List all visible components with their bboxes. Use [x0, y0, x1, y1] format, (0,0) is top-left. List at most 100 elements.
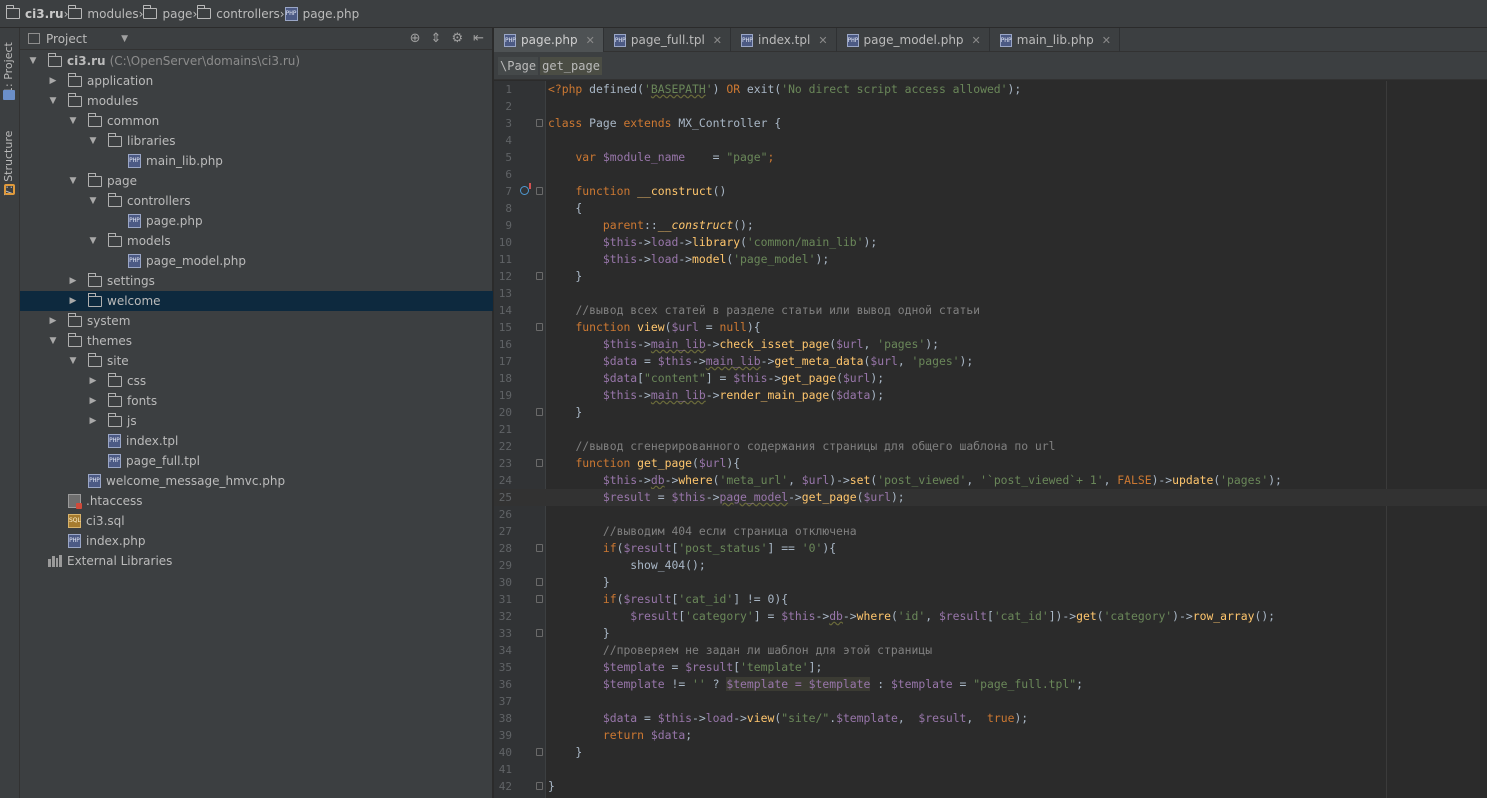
- code-line[interactable]: 8 {: [494, 200, 1487, 217]
- fold-marker-icon[interactable]: [536, 748, 543, 756]
- close-icon[interactable]: ✕: [818, 34, 827, 47]
- code-line[interactable]: 34 //проверяем не задан ли шаблон для эт…: [494, 642, 1487, 659]
- tab-page-full-tpl[interactable]: PHP page_full.tpl ✕: [604, 28, 732, 52]
- tree-item-external-libraries[interactable]: External Libraries: [20, 551, 493, 571]
- close-icon[interactable]: ✕: [972, 34, 981, 47]
- fold-marker-icon[interactable]: [536, 119, 543, 127]
- tree-item-index-tpl[interactable]: PHP index.tpl: [20, 431, 493, 451]
- project-view-selector[interactable]: Project: [46, 32, 87, 46]
- tab-page-model-php[interactable]: PHP page_model.php ✕: [837, 28, 990, 52]
- collapse-all-icon[interactable]: ⇕: [431, 31, 442, 46]
- breadcrumb-item[interactable]: modules: [67, 0, 139, 28]
- expanded-arrow-icon[interactable]: ▼: [68, 356, 78, 366]
- close-icon[interactable]: ✕: [586, 34, 595, 47]
- fold-marker-icon[interactable]: [536, 578, 543, 586]
- breadcrumb-item[interactable]: page: [142, 0, 192, 28]
- code-line[interactable]: 14 //вывод всех статей в разделе статьи …: [494, 302, 1487, 319]
- code-line[interactable]: 11 $this->load->model('page_model');: [494, 251, 1487, 268]
- tree-item-page-php[interactable]: PHP page.php: [20, 211, 493, 231]
- tab-index-tpl[interactable]: PHP index.tpl ✕: [731, 28, 837, 52]
- tree-item-settings[interactable]: ▶ settings: [20, 271, 493, 291]
- code-line[interactable]: 9 parent::__construct();: [494, 217, 1487, 234]
- code-line[interactable]: 31 if($result['cat_id'] != 0){: [494, 591, 1487, 608]
- close-icon[interactable]: ✕: [713, 34, 722, 47]
- expanded-arrow-icon[interactable]: ▼: [28, 56, 38, 66]
- tree-item-ci3-sql[interactable]: SQL ci3.sql: [20, 511, 493, 531]
- breadcrumb-item[interactable]: PHP page.php: [284, 0, 359, 28]
- code-line[interactable]: 24 $this->db->where('meta_url', $url)->s…: [494, 472, 1487, 489]
- expanded-arrow-icon[interactable]: ▼: [48, 96, 58, 106]
- tree-item-models[interactable]: ▼ models: [20, 231, 493, 251]
- tree-item-index-php[interactable]: PHP index.php: [20, 531, 493, 551]
- tree-item-controllers[interactable]: ▼ controllers: [20, 191, 493, 211]
- fold-marker-icon[interactable]: [536, 629, 543, 637]
- tree-item-main-lib-php[interactable]: PHP main_lib.php: [20, 151, 493, 171]
- tree-item-page-full-tpl[interactable]: PHP page_full.tpl: [20, 451, 493, 471]
- tree-item-htaccess[interactable]: .htaccess: [20, 491, 493, 511]
- collapsed-arrow-icon[interactable]: ▶: [48, 316, 58, 326]
- close-icon[interactable]: ✕: [1102, 34, 1111, 47]
- code-line[interactable]: 1 <?php defined('BASEPATH') OR exit('No d…: [494, 81, 1487, 98]
- tree-item-ci3-ru[interactable]: ▼ ci3.ru (C:\OpenServer\domains\ci3.ru): [20, 51, 493, 71]
- tree-item-modules[interactable]: ▼ modules: [20, 91, 493, 111]
- code-line[interactable]: 39 return $data;: [494, 727, 1487, 744]
- code-line[interactable]: 22 //вывод сгенерированного содержания с…: [494, 438, 1487, 455]
- code-line[interactable]: 33 }: [494, 625, 1487, 642]
- code-line[interactable]: 37: [494, 693, 1487, 710]
- project-tool-button[interactable]: 1: Project: [2, 34, 18, 94]
- code-line[interactable]: 12 }: [494, 268, 1487, 285]
- breadcrumb-item[interactable]: ci3.ru: [5, 0, 64, 28]
- code-line[interactable]: 27 //выводим 404 если страница отключена: [494, 523, 1487, 540]
- collapsed-arrow-icon[interactable]: ▶: [68, 296, 78, 306]
- chevron-down-icon[interactable]: ▼: [121, 34, 128, 44]
- code-line[interactable]: 23 function get_page($url){: [494, 455, 1487, 472]
- code-line[interactable]: 26: [494, 506, 1487, 523]
- code-line[interactable]: 10 $this->load->library('common/main_lib…: [494, 234, 1487, 251]
- code-line[interactable]: 2: [494, 98, 1487, 115]
- code-line[interactable]: 13: [494, 285, 1487, 302]
- tab-page-php[interactable]: PHP page.php ✕: [494, 28, 604, 52]
- sync-icon[interactable]: ⊕: [410, 31, 421, 46]
- code-line[interactable]: 15 function view($url = null){: [494, 319, 1487, 336]
- expanded-arrow-icon[interactable]: ▼: [88, 236, 98, 246]
- tree-item-common[interactable]: ▼ common: [20, 111, 493, 131]
- code-line[interactable]: 5 var $module_name = "page";: [494, 149, 1487, 166]
- tree-item-system[interactable]: ▶ system: [20, 311, 493, 331]
- code-line[interactable]: 29 show_404();: [494, 557, 1487, 574]
- code-line[interactable]: 35 $template = $result['template'];: [494, 659, 1487, 676]
- code-line[interactable]: 19 $this->main_lib->render_main_page($da…: [494, 387, 1487, 404]
- breadcrumb-item[interactable]: controllers: [196, 0, 280, 28]
- fold-marker-icon[interactable]: [536, 408, 543, 416]
- fold-marker-icon[interactable]: [536, 459, 543, 467]
- expanded-arrow-icon[interactable]: ▼: [88, 136, 98, 146]
- code-line[interactable]: 6: [494, 166, 1487, 183]
- collapsed-arrow-icon[interactable]: ▶: [48, 76, 58, 86]
- code-line[interactable]: 4: [494, 132, 1487, 149]
- navbar-class[interactable]: \Page: [498, 56, 539, 75]
- fold-marker-icon[interactable]: [536, 595, 543, 603]
- code-line[interactable]: 30 }: [494, 574, 1487, 591]
- tree-item-libraries[interactable]: ▼ libraries: [20, 131, 493, 151]
- collapsed-arrow-icon[interactable]: ▶: [88, 416, 98, 426]
- code-line[interactable]: 16 $this->main_lib->check_isset_page($ur…: [494, 336, 1487, 353]
- gear-icon[interactable]: ⚙: [451, 31, 463, 46]
- code-line[interactable]: 42}: [494, 778, 1487, 795]
- fold-marker-icon[interactable]: [536, 544, 543, 552]
- collapsed-arrow-icon[interactable]: ▶: [88, 396, 98, 406]
- code-line[interactable]: 41: [494, 761, 1487, 778]
- tree-item-application[interactable]: ▶ application: [20, 71, 493, 91]
- code-line[interactable]: 18 $data["content"] = $this->get_page($u…: [494, 370, 1487, 387]
- code-line[interactable]: 36 $template != '' ? $template = $templa…: [494, 676, 1487, 693]
- tree-item-page[interactable]: ▼ page: [20, 171, 493, 191]
- tree-item-themes[interactable]: ▼ themes: [20, 331, 493, 351]
- tree-item-css[interactable]: ▶ css: [20, 371, 493, 391]
- expanded-arrow-icon[interactable]: ▼: [68, 176, 78, 186]
- fold-marker-icon[interactable]: [536, 272, 543, 280]
- tab-main-lib-php[interactable]: PHP main_lib.php ✕: [990, 28, 1120, 52]
- code-line[interactable]: 28 if($result['post_status'] == '0'){: [494, 540, 1487, 557]
- code-line[interactable]: 40 }: [494, 744, 1487, 761]
- navbar-method[interactable]: get_page: [540, 56, 602, 75]
- fold-marker-icon[interactable]: [536, 782, 543, 790]
- code-line[interactable]: 25 $result = $this->page_model->get_page…: [494, 489, 1487, 506]
- code-line[interactable]: 7 function __construct(): [494, 183, 1487, 200]
